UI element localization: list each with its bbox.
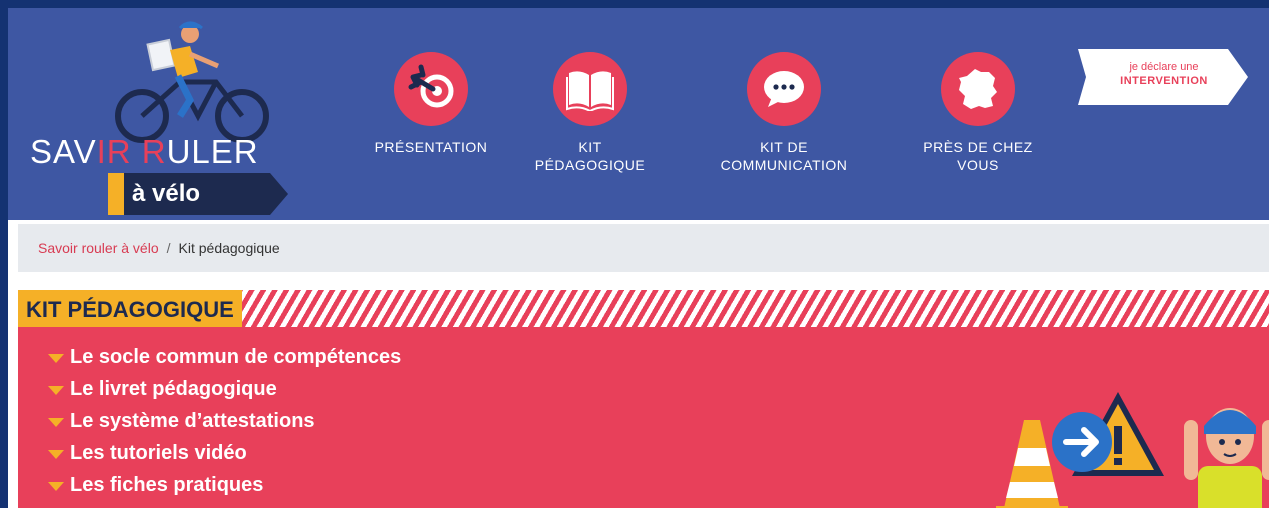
site-logo[interactable]: SAVIR RULER à vélo (30, 20, 350, 215)
nav-kit-communication-circle (747, 52, 821, 126)
nav-kit-pedagogique-circle (553, 52, 627, 126)
nav-kit-communication-label: KIT DE COMMUNICATION (720, 139, 848, 173)
logo-wordmark: SAVIR RULER (30, 133, 259, 170)
kit-item-tutoriels[interactable]: Les tutoriels vidéo (48, 437, 401, 469)
kit-item-attestations[interactable]: Le système d’attestations (48, 405, 401, 437)
kit-item-fiches[interactable]: Les fiches pratiques (48, 469, 401, 501)
nav-pres-de-chez-vous-label: PRÈS DE CHEZ VOUS (923, 139, 1033, 173)
target-arrow-icon (408, 64, 454, 108)
kit-item-socle[interactable]: Le socle commun de compétences (48, 341, 401, 373)
declare-intervention-label[interactable]: je déclare une INTERVENTION (1090, 60, 1238, 88)
nav-presentation[interactable]: PRÉSENTATION (361, 52, 501, 156)
nav-presentation-circle (394, 52, 468, 126)
nav-kit-communication[interactable]: KIT DE COMMUNICATION (694, 52, 874, 174)
breadcrumb-current: Kit pédagogique (178, 240, 280, 256)
nav-pres-de-chez-vous[interactable]: PRÈS DE CHEZ VOUS (898, 52, 1058, 174)
kit-item-livret[interactable]: Le livret pédagogique (48, 373, 401, 405)
breadcrumb-separator: / (166, 240, 171, 256)
kit-item-label: Les fiches pratiques (70, 473, 264, 496)
nav-kit-pedagogique[interactable]: KIT PÉDAGOGIQUE (510, 52, 670, 174)
caret-down-icon (48, 418, 64, 427)
nav-kit-pedagogique-label: KIT PÉDAGOGIQUE (534, 139, 646, 173)
breadcrumb-home-link[interactable]: Savoir rouler à vélo (38, 240, 159, 256)
caret-down-icon (48, 450, 64, 459)
caret-down-icon (48, 386, 64, 395)
page-frame: SAVIR RULER à vélo PRÉSENTATION KIT PÉDA… (8, 8, 1269, 508)
nav-pres-de-chez-vous-circle (941, 52, 1015, 126)
kit-item-label: Le système d’attestations (70, 409, 315, 432)
open-book-icon (566, 71, 614, 111)
caret-down-icon (48, 354, 64, 363)
direction-arrow-icon (1052, 412, 1112, 472)
kit-item-label: Les tutoriels vidéo (70, 441, 247, 464)
nav-presentation-label: PRÉSENTATION (374, 139, 488, 155)
kit-title: KIT PÉDAGOGIQUE (18, 290, 242, 327)
kit-item-label: Le livret pédagogique (70, 377, 277, 400)
cta-line2: INTERVENTION (1120, 75, 1208, 87)
breadcrumb: Savoir rouler à vélo / Kit pédagogique (18, 224, 1269, 272)
caret-down-icon (48, 482, 64, 491)
speech-bubble-icon (764, 71, 804, 107)
cta-line1: je déclare une (1129, 61, 1199, 73)
kit-pedagogique-panel: KIT PÉDAGOGIQUE Le socle commun de compé… (18, 290, 1269, 508)
child-helmet-icon (1184, 408, 1269, 508)
logo-badge-label: à vélo (132, 180, 201, 207)
kit-item-label: Le socle commun de compétences (70, 345, 402, 368)
kit-menu: Le socle commun de compétences Le livret… (48, 341, 401, 501)
site-header: SAVIR RULER à vélo PRÉSENTATION KIT PÉDA… (8, 8, 1269, 220)
road-safety-illustration (996, 392, 1269, 508)
france-map-icon (959, 69, 997, 109)
